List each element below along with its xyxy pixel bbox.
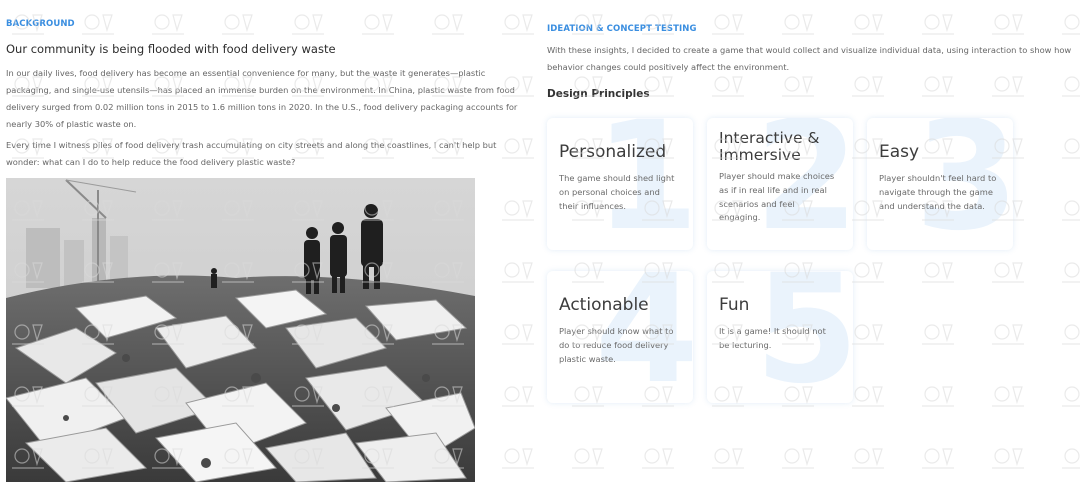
principle-card-interactive: 2 Interactive & Immersive Player should … xyxy=(707,118,853,250)
background-paragraph-2: Every time I witness piles of food deliv… xyxy=(6,140,497,167)
principle-description: Player should make choices as if in real… xyxy=(719,171,835,223)
principle-title: Personalized xyxy=(559,142,667,162)
waste-photo xyxy=(6,178,475,482)
ideation-paragraph: With these insights, I decided to create… xyxy=(547,45,1072,72)
principle-title: Easy xyxy=(879,142,920,162)
background-label: BACKGROUND xyxy=(6,19,75,29)
principle-title: Interactive & Immersive xyxy=(719,129,820,164)
principle-card-fun: 5 Fun It is a game! It should not be lec… xyxy=(707,271,853,403)
principle-title: Actionable xyxy=(559,295,649,315)
principle-card-easy: 3 Easy Player shouldn't feel hard to nav… xyxy=(867,118,1013,250)
principle-card-personalized: 1 Personalized The game should shed ligh… xyxy=(547,118,693,250)
background-paragraph-1: In our daily lives, food delivery has be… xyxy=(6,68,518,129)
principle-card-actionable: 4 Actionable Player should know what to … xyxy=(547,271,693,403)
principle-description: The game should shed light on personal c… xyxy=(559,173,675,211)
principle-description: Player shouldn't feel hard to navigate t… xyxy=(879,173,997,211)
case-study-page: BACKGROUND Our community is being floode… xyxy=(0,0,1080,497)
principle-description: Player should know what to do to reduce … xyxy=(559,326,674,364)
background-heading: Our community is being flooded with food… xyxy=(6,42,336,56)
design-principles-heading: Design Principles xyxy=(547,88,650,100)
principle-description: It is a game! It should not be lecturing… xyxy=(719,326,826,350)
principle-title: Fun xyxy=(719,295,750,315)
ideation-label: IDEATION & CONCEPT TESTING xyxy=(547,24,697,34)
